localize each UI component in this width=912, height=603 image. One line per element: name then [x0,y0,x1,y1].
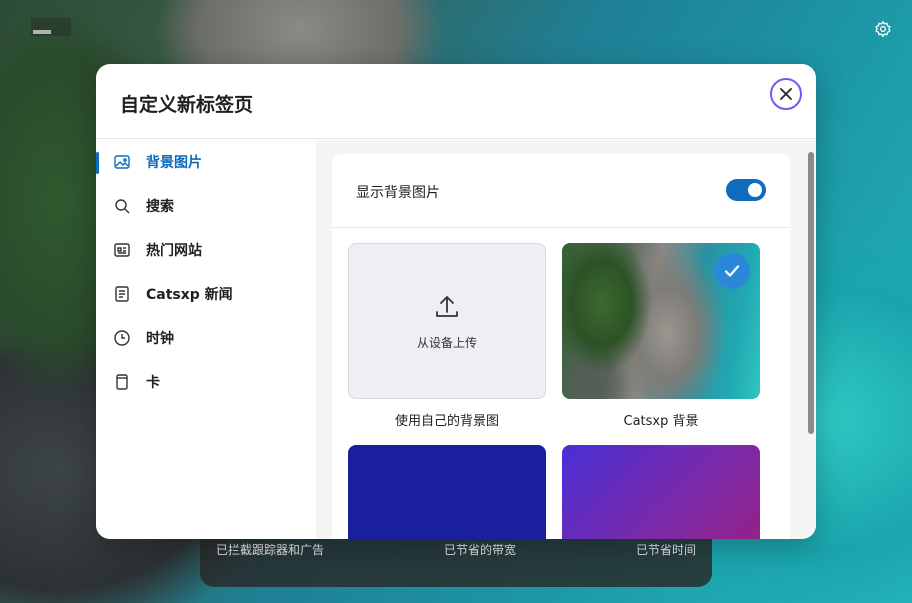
search-icon [113,197,131,215]
settings-gear-icon[interactable] [874,20,892,38]
close-icon [778,86,794,102]
upload-background-tile[interactable]: 从设备上传 [348,243,546,399]
sidebar-item-news[interactable]: Catsxp 新闻 [96,272,316,316]
page-logo-placeholder [31,18,71,36]
show-background-row: 显示背景图片 [332,154,790,228]
image-icon [113,153,131,171]
catsxp-background-caption: Catsxp 背景 [623,414,699,429]
sidebar-item-background[interactable]: 背景图片 [96,140,316,184]
show-background-toggle[interactable] [726,179,766,201]
selected-check-icon [714,253,750,289]
upload-caption: 使用自己的背景图 [394,414,499,429]
stat-time-saved: 已节省时间 [635,543,696,557]
content-scrollbar[interactable] [808,152,814,434]
close-button[interactable] [770,78,802,110]
top-sites-icon [113,241,131,259]
sidebar-item-search[interactable]: 搜索 [96,184,316,228]
clock-icon [113,329,131,347]
background-panel: 显示背景图片 从设备上传 使用自己的背景图 Catsxp 背景 [332,154,790,539]
upload-icon [432,292,462,322]
sidebar-item-label: 背景图片 [146,155,202,171]
dialog-title: 自定义新标签页 [120,94,254,116]
settings-content: 显示背景图片 从设备上传 使用自己的背景图 Catsxp 背景 [316,140,816,539]
gradient-color-tile[interactable] [562,445,760,539]
customize-dialog: 自定义新标签页 背景图片 搜索 热门网站 Catsxp 新闻 时钟 卡 显示背景… [96,64,816,539]
sidebar-item-clock[interactable]: 时钟 [96,316,316,360]
news-icon [113,285,131,303]
solid-color-tile[interactable] [348,445,546,539]
stat-trackers-blocked: 已拦截跟踪器和广告 [216,543,325,557]
show-background-label: 显示背景图片 [356,185,440,201]
sidebar-item-label: 时钟 [146,331,174,347]
settings-sidebar: 背景图片 搜索 热门网站 Catsxp 新闻 时钟 卡 [96,140,316,539]
sidebar-item-label: 搜索 [146,199,174,215]
dialog-header: 自定义新标签页 [96,64,816,139]
sidebar-item-label: 卡 [146,375,160,391]
stat-bandwidth-saved: 已节省的带宽 [443,543,516,557]
card-icon [113,373,131,391]
sidebar-item-label: Catsxp 新闻 [146,287,233,303]
upload-text: 从设备上传 [416,335,477,350]
sidebar-item-top-sites[interactable]: 热门网站 [96,228,316,272]
catsxp-background-tile[interactable] [562,243,760,399]
sidebar-item-label: 热门网站 [146,243,202,259]
sidebar-item-cards[interactable]: 卡 [96,360,316,404]
